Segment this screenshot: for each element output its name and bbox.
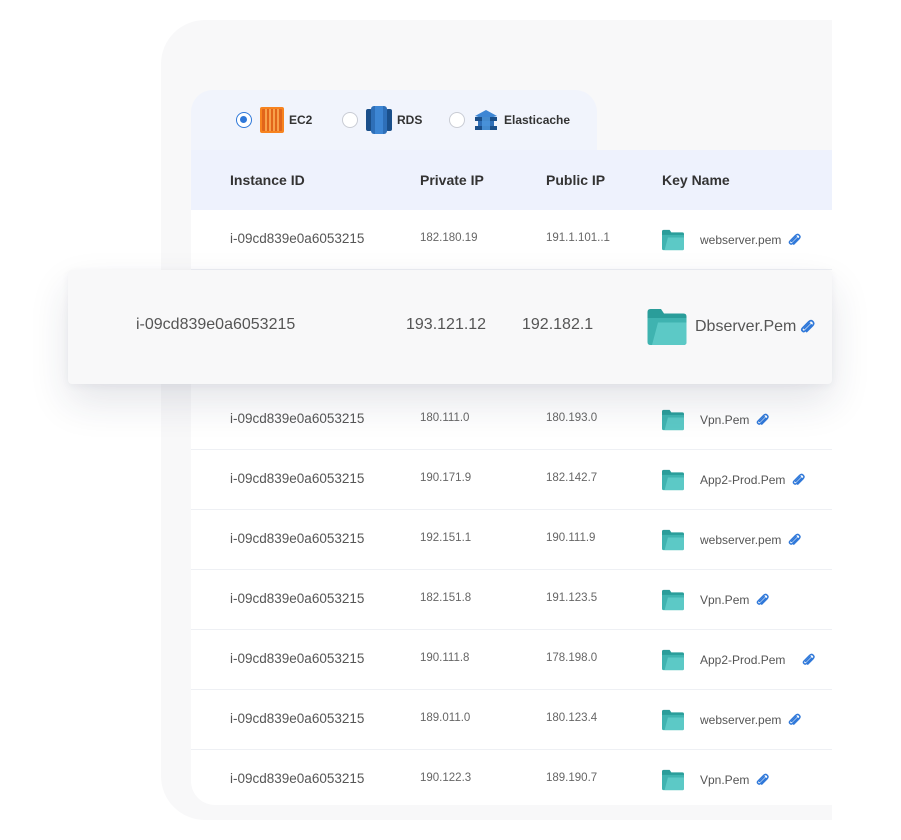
- table-row[interactable]: i-09cd839e0a6053215 190.122.3 189.190.7 Vpn…: [191, 750, 832, 805]
- table-row[interactable]: i-09cd839e0a6053215 180.111.0 180.193.0 Vpn…: [191, 390, 832, 450]
- folder-icon: [662, 469, 684, 491]
- folder-icon: [662, 649, 684, 671]
- key-name-text[interactable]: webserver.pem: [700, 713, 781, 727]
- key-name-text[interactable]: Vpn.Pem: [700, 413, 749, 427]
- table-row[interactable]: i-09cd839e0a6053215 190.111.8 178.198.0 App…: [191, 630, 832, 690]
- tab-label: RDS: [397, 113, 423, 127]
- table-row[interactable]: i-09cd839e0a6053215 182.151.8 191.123.5 Vpn…: [191, 570, 832, 630]
- key-name: webserver.pem: [660, 529, 802, 551]
- instance-id: i-09cd839e0a6053215: [230, 411, 365, 426]
- key-name: Dbserver.Pem: [646, 307, 816, 347]
- paperclip-icon[interactable]: [787, 713, 802, 728]
- table-row[interactable]: i-09cd839e0a6053215 189.011.0 180.123.4 web…: [191, 690, 832, 750]
- instance-id: i-09cd839e0a6053215: [230, 711, 365, 726]
- private-ip: 189.011.0: [420, 712, 471, 724]
- tab-rds[interactable]: RDS: [342, 90, 422, 150]
- paperclip-icon[interactable]: [755, 773, 770, 788]
- table-row[interactable]: i-09cd839e0a6053215 182.180.19 191.1.101..…: [191, 210, 832, 270]
- folder-icon: [662, 589, 684, 611]
- folder-icon: [662, 529, 684, 551]
- paperclip-icon[interactable]: [755, 413, 770, 428]
- folder-icon: [662, 709, 684, 731]
- private-ip: 193.121.12: [406, 316, 487, 333]
- service-tabs: EC2 RDS Elasticache: [191, 90, 597, 150]
- instances-table: Instance ID Private IP Public IP Key Nam…: [191, 150, 832, 805]
- public-ip: 180.193.0: [546, 412, 598, 424]
- private-ip: 182.151.8: [420, 592, 472, 604]
- table-header: Instance ID Private IP Public IP Key Nam…: [191, 150, 832, 210]
- key-name-text[interactable]: webserver.pem: [700, 233, 781, 247]
- instance-id: i-09cd839e0a6053215: [230, 471, 365, 486]
- public-ip: 182.142.7: [546, 472, 598, 484]
- public-ip: 189.190.7: [546, 772, 598, 784]
- instance-id: i-09cd839e0a6053215: [230, 771, 365, 786]
- public-ip: 192.182.1: [522, 316, 594, 333]
- public-ip: 191.1.101..1: [546, 232, 610, 244]
- tab-ec2[interactable]: EC2: [236, 90, 312, 150]
- paperclip-icon[interactable]: [787, 233, 802, 248]
- instance-id: i-09cd839e0a6053215: [230, 651, 365, 666]
- key-name: Vpn.Pem: [660, 769, 770, 791]
- folder-icon: [662, 409, 684, 431]
- tab-label: EC2: [289, 113, 313, 127]
- private-ip: 180.111.0: [420, 412, 470, 424]
- header-key-name[interactable]: Key Name: [662, 172, 730, 188]
- paperclip-icon[interactable]: [791, 473, 806, 488]
- key-name-text[interactable]: Vpn.Pem: [700, 773, 749, 787]
- elasticache-icon: [475, 110, 497, 130]
- key-name: webserver.pem: [660, 709, 802, 731]
- tab-label: Elasticache: [504, 113, 571, 127]
- public-ip: 178.198.0: [546, 652, 598, 664]
- private-ip: 190.171.9: [420, 472, 472, 484]
- highlighted-row[interactable]: i-09cd839e0a6053215 193.121.12 192.182.1…: [68, 270, 832, 384]
- private-ip: 190.111.8: [420, 652, 470, 664]
- instance-id: i-09cd839e0a6053215: [136, 316, 296, 333]
- elasticache-radio[interactable]: [449, 112, 465, 128]
- key-name-text[interactable]: Dbserver.Pem: [695, 318, 796, 336]
- key-name: App2-Prod.Pem: [660, 469, 806, 491]
- key-name: App2-Prod.Pem: [660, 649, 816, 671]
- private-ip: 182.180.19: [420, 232, 478, 244]
- public-ip: 180.123.4: [546, 712, 598, 724]
- rds-icon: [366, 106, 392, 134]
- private-ip: 192.151.1: [420, 532, 472, 544]
- folder-icon: [662, 229, 684, 251]
- instance-id: i-09cd839e0a6053215: [230, 591, 365, 606]
- table-row[interactable]: i-09cd839e0a6053215 190.171.9 182.142.7 App…: [191, 450, 832, 510]
- rds-radio[interactable]: [342, 112, 358, 128]
- key-name: webserver.pem: [660, 229, 802, 251]
- key-name-text[interactable]: Vpn.Pem: [700, 593, 749, 607]
- public-ip: 191.123.5: [546, 592, 598, 604]
- header-private-ip[interactable]: Private IP: [420, 172, 484, 188]
- paperclip-icon[interactable]: [755, 593, 770, 608]
- table-row[interactable]: i-09cd839e0a6053215 192.151.1 190.111.9 web…: [191, 510, 832, 570]
- key-name-text[interactable]: App2-Prod.Pem: [700, 473, 785, 487]
- tab-elasticache[interactable]: Elasticache: [449, 90, 570, 150]
- instance-id: i-09cd839e0a6053215: [230, 231, 365, 246]
- instance-id: i-09cd839e0a6053215: [230, 531, 365, 546]
- header-instance-id[interactable]: Instance ID: [230, 172, 305, 188]
- key-name-text[interactable]: webserver.pem: [700, 533, 781, 547]
- paperclip-icon[interactable]: [801, 653, 816, 668]
- header-public-ip[interactable]: Public IP: [546, 172, 605, 188]
- public-ip: 190.111.9: [546, 532, 596, 544]
- paperclip-icon[interactable]: [787, 533, 802, 548]
- folder-icon: [647, 309, 687, 345]
- key-name-text[interactable]: App2-Prod.Pem: [700, 653, 785, 667]
- private-ip: 190.122.3: [420, 772, 472, 784]
- ec2-radio[interactable]: [236, 112, 252, 128]
- ec2-icon: [260, 107, 284, 133]
- key-name: Vpn.Pem: [660, 589, 770, 611]
- folder-icon: [662, 769, 684, 791]
- key-name: Vpn.Pem: [660, 409, 770, 431]
- paperclip-icon[interactable]: [799, 319, 816, 336]
